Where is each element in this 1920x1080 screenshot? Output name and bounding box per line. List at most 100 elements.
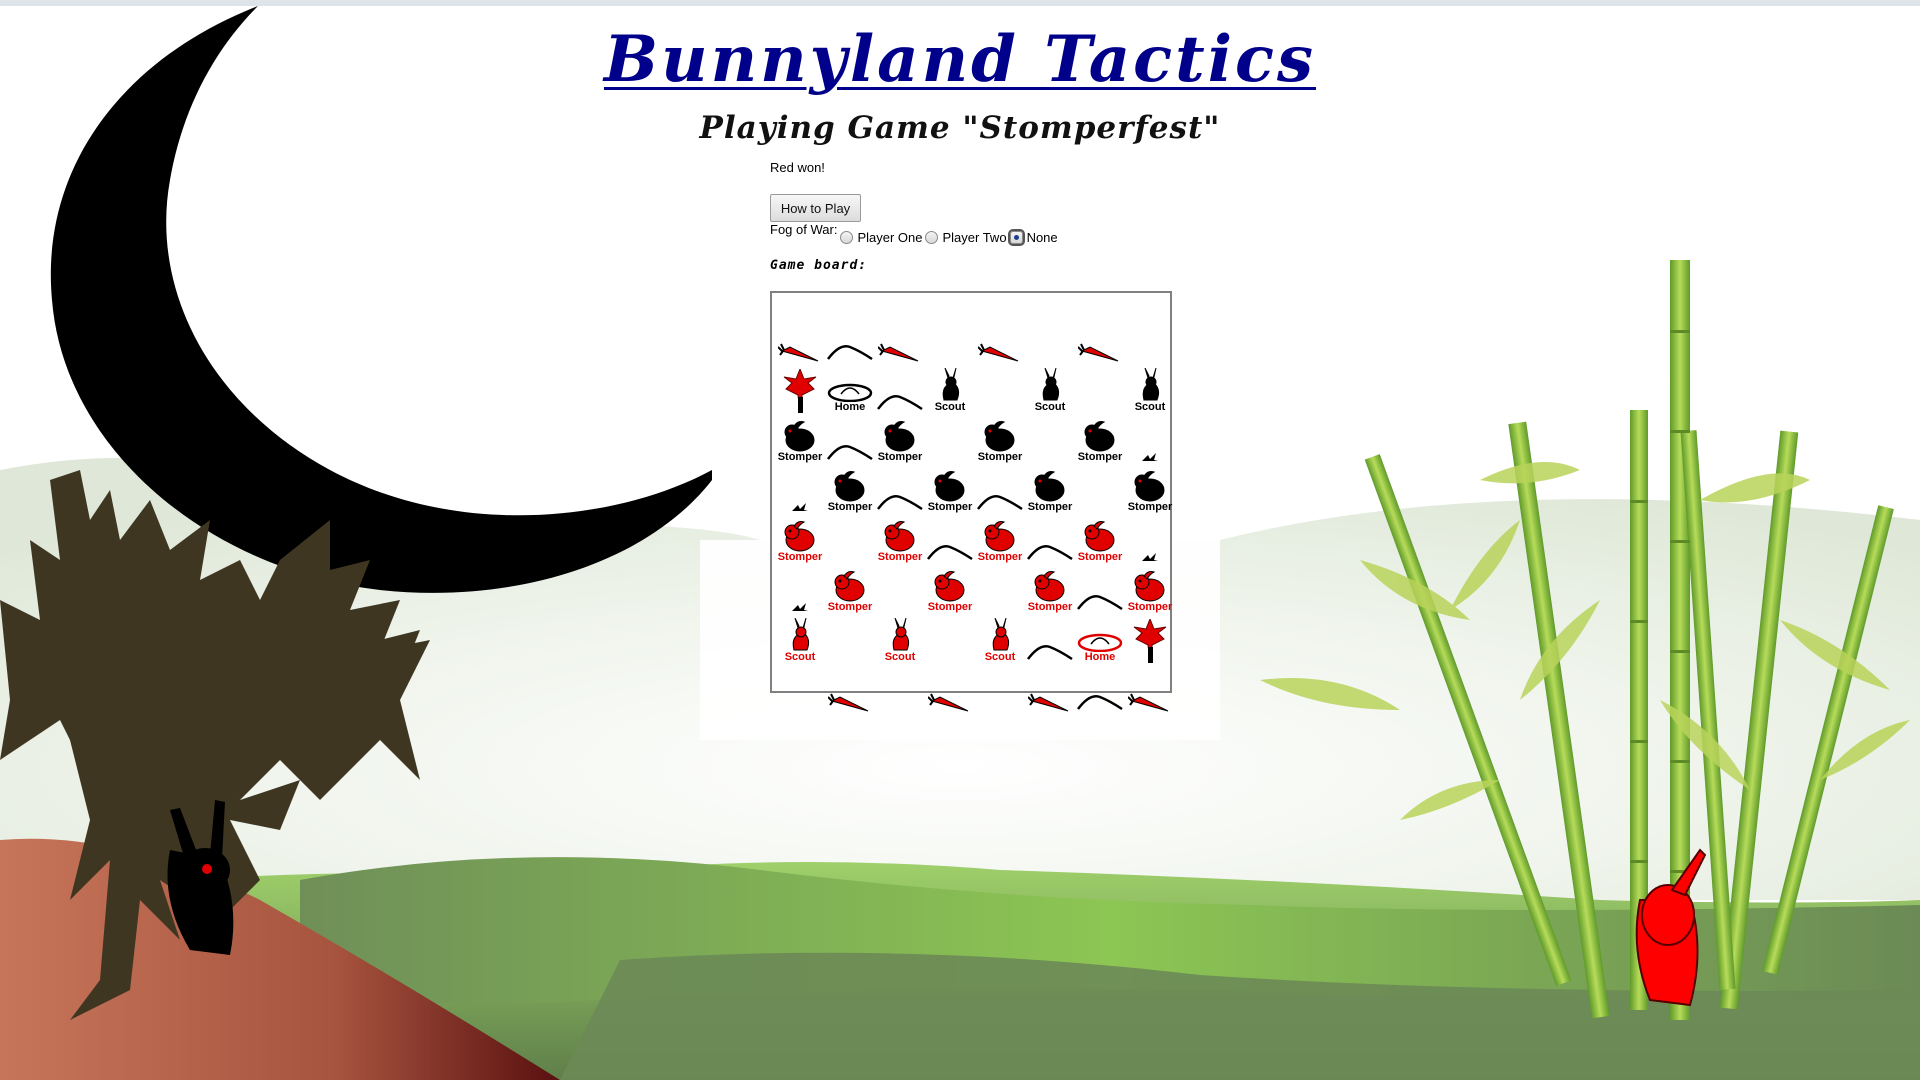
- carrot-icon: [778, 343, 822, 363]
- board-cell-r4-c1[interactable]: [825, 513, 875, 563]
- board-cell-r4-c6[interactable]: Stomper: [1075, 513, 1125, 563]
- board-cell-r2-c1[interactable]: [825, 413, 875, 463]
- board-cell-r0-c4[interactable]: [975, 313, 1025, 363]
- board-cell-r2-c3[interactable]: [925, 413, 975, 463]
- board-cell-r6-c2[interactable]: Scout: [875, 613, 925, 663]
- piece-label: Stomper: [777, 551, 823, 563]
- burrow-home-icon: [1077, 630, 1123, 652]
- stomper-bunny-icon: [1082, 520, 1118, 552]
- fog-of-war-label: Fog of War:: [770, 222, 838, 237]
- board-cell-r4-c2[interactable]: Stomper: [875, 513, 925, 563]
- board-cell-r0-c6[interactable]: [1075, 313, 1125, 363]
- stomper-bunny-icon: [982, 520, 1018, 552]
- board-cell-r2-c0[interactable]: Stomper: [775, 413, 825, 463]
- board-cell-r5-c5[interactable]: Stomper: [1025, 563, 1075, 613]
- board-cell-r1-c7[interactable]: Scout: [1125, 363, 1175, 413]
- board-cell-r7-c0[interactable]: [775, 663, 825, 713]
- fog-option-none[interactable]: None: [1007, 229, 1058, 246]
- board-cell-r0-c0[interactable]: [775, 313, 825, 363]
- board-cell-r6-c4[interactable]: Scout: [975, 613, 1025, 663]
- board-cell-r3-c1[interactable]: Stomper: [825, 463, 875, 513]
- board-cell-r5-c1[interactable]: Stomper: [825, 563, 875, 613]
- board-cell-r2-c4[interactable]: Stomper: [975, 413, 1025, 463]
- board-cell-r0-c1[interactable]: [825, 313, 875, 363]
- radio-none[interactable]: [1007, 229, 1025, 246]
- grass-icon: [790, 601, 810, 613]
- radio-player-two[interactable]: [925, 231, 939, 244]
- scout-bunny-icon: [935, 368, 965, 402]
- fog-option-player-two[interactable]: Player Two: [925, 230, 1007, 245]
- carrot-icon: [828, 693, 872, 713]
- board-cell-r5-c6[interactable]: [1075, 563, 1125, 613]
- board-cell-r4-c3[interactable]: [925, 513, 975, 563]
- board-cell-r3-c2[interactable]: [875, 463, 925, 513]
- board-cell-r3-c6[interactable]: [1075, 463, 1125, 513]
- board-cell-r1-c5[interactable]: Scout: [1025, 363, 1075, 413]
- board-cell-r0-c5[interactable]: [1025, 313, 1075, 363]
- game-board-label: Game board:: [770, 258, 868, 273]
- board-cell-r2-c5[interactable]: [1025, 413, 1075, 463]
- board-cell-r3-c4[interactable]: [975, 463, 1025, 513]
- board-cell-r5-c0[interactable]: [775, 563, 825, 613]
- board-cell-r7-c4[interactable]: [975, 663, 1025, 713]
- radio-player-one[interactable]: [840, 231, 854, 244]
- board-cell-r6-c6[interactable]: Home: [1075, 613, 1125, 663]
- carrot-icon: [928, 693, 972, 713]
- stomper-bunny-icon: [1032, 570, 1068, 602]
- board-cell-r3-c5[interactable]: Stomper: [1025, 463, 1075, 513]
- board-cell-r7-c7[interactable]: [1125, 663, 1175, 713]
- stomper-bunny-icon: [1082, 420, 1118, 452]
- board-cell-r2-c6[interactable]: Stomper: [1075, 413, 1125, 463]
- board-cell-r3-c7[interactable]: Stomper: [1125, 463, 1175, 513]
- hill-icon: [876, 491, 924, 513]
- stomper-bunny-icon: [832, 570, 868, 602]
- stomper-bunny-icon: [782, 420, 818, 452]
- scout-bunny-icon: [1035, 368, 1065, 402]
- board-cell-r6-c0[interactable]: Scout: [775, 613, 825, 663]
- hill-icon: [876, 391, 924, 413]
- board-cell-r1-c2[interactable]: [875, 363, 925, 413]
- site-title-link[interactable]: Bunnyland Tactics: [0, 22, 1920, 97]
- board-cell-r7-c1[interactable]: [825, 663, 875, 713]
- board-cell-r0-c2[interactable]: [875, 313, 925, 363]
- board-cell-r4-c0[interactable]: Stomper: [775, 513, 825, 563]
- fog-option-player-one[interactable]: Player One: [840, 230, 922, 245]
- board-cell-r5-c3[interactable]: Stomper: [925, 563, 975, 613]
- piece-label: Stomper: [1027, 601, 1073, 613]
- board-cell-r2-c2[interactable]: Stomper: [875, 413, 925, 463]
- board-cell-r7-c6[interactable]: [1075, 663, 1125, 713]
- board-cell-r1-c3[interactable]: Scout: [925, 363, 975, 413]
- board-cell-r1-c1[interactable]: Home: [825, 363, 875, 413]
- board-cell-r4-c5[interactable]: [1025, 513, 1075, 563]
- board-cell-r1-c6[interactable]: [1075, 363, 1125, 413]
- piece-label: Scout: [784, 651, 816, 663]
- board-cell-r3-c0[interactable]: [775, 463, 825, 513]
- board-cell-r0-c7[interactable]: [1125, 313, 1175, 363]
- board-cell-r5-c7[interactable]: Stomper: [1125, 563, 1175, 613]
- board-cell-r7-c2[interactable]: [875, 663, 925, 713]
- grass-icon: [1140, 451, 1160, 463]
- board-cell-r6-c3[interactable]: [925, 613, 975, 663]
- hill-icon: [926, 541, 974, 563]
- board-cell-r7-c5[interactable]: [1025, 663, 1075, 713]
- board-cell-r0-c3[interactable]: [925, 313, 975, 363]
- board-cell-r6-c7[interactable]: [1125, 613, 1175, 663]
- board-grid: Home Scout Scout Scout Stomper Stomper Stomper…: [775, 313, 1175, 713]
- hill-icon: [1026, 541, 1074, 563]
- board-cell-r2-c7[interactable]: [1125, 413, 1175, 463]
- board-cell-r6-c5[interactable]: [1025, 613, 1075, 663]
- board-cell-r6-c1[interactable]: [825, 613, 875, 663]
- board-cell-r5-c4[interactable]: [975, 563, 1025, 613]
- board-cell-r1-c4[interactable]: [975, 363, 1025, 413]
- piece-label: Stomper: [877, 551, 923, 563]
- board-cell-r4-c7[interactable]: [1125, 513, 1175, 563]
- tree-icon: [778, 369, 822, 413]
- board-cell-r4-c4[interactable]: Stomper: [975, 513, 1025, 563]
- piece-label: Stomper: [1077, 451, 1123, 463]
- board-cell-r1-c0[interactable]: [775, 363, 825, 413]
- board-cell-r5-c2[interactable]: [875, 563, 925, 613]
- board-cell-r7-c3[interactable]: [925, 663, 975, 713]
- piece-label: Stomper: [977, 551, 1023, 563]
- board-cell-r3-c3[interactable]: Stomper: [925, 463, 975, 513]
- how-to-play-button[interactable]: How to Play: [770, 194, 861, 222]
